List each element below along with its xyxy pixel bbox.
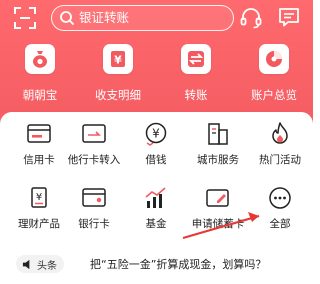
headline-tag: 头条 [16, 255, 64, 273]
yen-receipt-icon: ¥ [103, 44, 133, 74]
flame-icon [272, 122, 288, 144]
quick-action-account-overview[interactable]: 账户总览 [242, 44, 306, 103]
service-all[interactable]: 全部 [249, 185, 311, 231]
service-city-services[interactable]: 城市服务 [187, 121, 249, 167]
credit-card-icon [27, 124, 51, 143]
quick-action-transfer[interactable]: 转账 [164, 44, 228, 103]
svg-text:¥: ¥ [114, 54, 122, 67]
yen-coin-icon: ¥ [145, 122, 167, 146]
service-hot-events[interactable]: 热门活动 [249, 121, 311, 167]
service-wealth-products[interactable]: ¥ 理财产品 [8, 185, 70, 231]
quick-action-transactions[interactable]: ¥ 收支明细 [86, 44, 150, 103]
speaker-icon [22, 259, 30, 269]
search-bar[interactable]: 银证转账 [51, 5, 234, 31]
svg-text:¥: ¥ [152, 127, 160, 141]
service-borrow[interactable]: ¥ 借钱 [125, 121, 187, 167]
bank-card-icon [82, 188, 106, 207]
service-funds[interactable]: 基金 [125, 185, 187, 231]
search-placeholder: 银证转账 [79, 10, 130, 25]
customer-service-icon[interactable] [239, 6, 263, 30]
search-icon [60, 11, 75, 26]
card-transfer-in-icon [82, 124, 106, 143]
service-other-bank-transfer-in[interactable]: 他行卡转入 [63, 121, 125, 167]
svg-text:¥: ¥ [36, 192, 42, 203]
more-dots-icon [269, 187, 291, 209]
pie-chart-icon [259, 44, 289, 74]
message-icon[interactable] [278, 7, 300, 27]
money-bag-icon [25, 44, 55, 74]
service-apply-savings-card[interactable]: 申请储蓄卡 [187, 185, 249, 231]
service-credit-card[interactable]: 信用卡 [8, 121, 70, 167]
service-bank-card[interactable]: 银行卡 [63, 185, 125, 231]
quick-action-zhaozhaobao[interactable]: 朝朝宝 [8, 44, 72, 103]
scan-icon[interactable] [14, 7, 36, 29]
headline-text[interactable]: 把“五险一金”折算成现金，划算吗？ [90, 256, 266, 272]
fund-growth-icon [145, 187, 166, 208]
headline-news-bar[interactable]: 头条 把“五险一金”折算成现金，划算吗？ [16, 255, 306, 275]
transfer-arrows-icon [181, 44, 211, 74]
apply-card-icon [206, 189, 229, 207]
city-buildings-icon [208, 123, 228, 145]
yen-document-icon: ¥ [31, 187, 47, 208]
